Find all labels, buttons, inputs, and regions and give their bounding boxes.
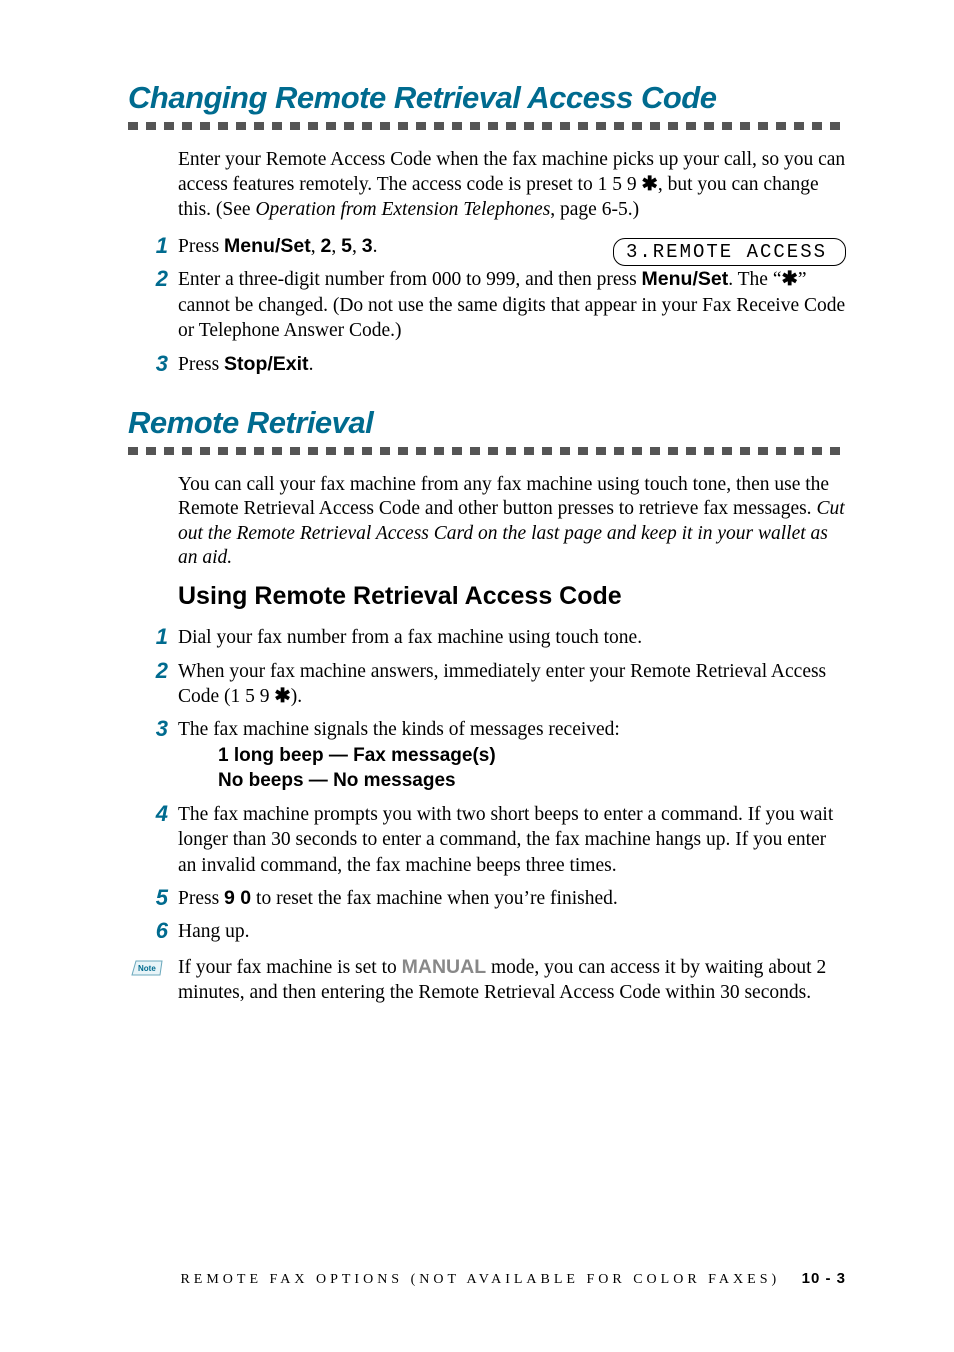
star-icon: ✱ [781,268,797,290]
step-number: 5 [138,884,168,913]
step-number: 4 [138,800,168,829]
section-heading-remote: Remote Retrieval [128,405,846,441]
star-icon: ✱ [274,685,290,707]
key-label: 2 [320,235,331,257]
step-3: 3 The fax machine signals the kinds of m… [178,717,846,794]
step-number: 1 [138,623,168,652]
step-6: 6 Hang up. [178,919,846,944]
text: When your fax machine answers, immediate… [178,661,826,682]
text: , [352,236,362,257]
star-icon: ✱ [641,173,657,195]
key-label: Menu/Set [642,268,729,290]
footer-text: REMOTE FAX OPTIONS (NOT AVAILABLE FOR CO… [180,1272,780,1287]
step-2: 2 Enter a three-digit number from 000 to… [178,267,846,343]
beep-signal-2: No beeps — No messages [218,768,846,794]
page-footer: REMOTE FAX OPTIONS (NOT AVAILABLE FOR CO… [180,1270,846,1288]
text: . [373,236,378,257]
text: Press [178,236,224,257]
key-label: 9 0 [224,887,251,909]
subsection-heading: Using Remote Retrieval Access Code [178,582,846,611]
note-icon: Note [130,957,164,979]
text: , page 6-5.) [550,199,639,220]
key-label: 3 [362,235,373,257]
key-label: Menu/Set [224,235,311,257]
text: , [331,236,341,257]
note-block: Note If your fax machine is set to MANUA… [178,955,846,1006]
text: You can call your fax machine from any f… [178,474,829,519]
intro-paragraph-2: You can call your fax machine from any f… [178,473,846,571]
page-number: 10 - 3 [802,1270,846,1287]
text: Press [178,888,224,909]
svg-text:Note: Note [138,964,156,973]
step-number: 6 [138,917,168,946]
key-label: 5 [341,235,352,257]
text: Code (1 5 9 [178,686,274,707]
section-heading-changing: Changing Remote Retrieval Access Code [128,80,846,116]
mode-label: MANUAL [402,956,486,978]
text: . The “ [728,269,781,290]
key-label: Stop/Exit [224,353,309,375]
step-number: 1 [138,232,168,261]
beep-signal-1: 1 long beep — Fax message(s) [218,743,846,769]
reference-italic: Operation from Extension Telephones [255,199,550,220]
heading-rule [128,122,846,130]
text: The fax machine prompts you with two sho… [178,804,833,876]
text: The fax machine signals the kinds of mes… [178,719,620,740]
text: to reset the fax machine when you’re fin… [251,888,618,909]
step-number: 3 [138,715,168,744]
text: . [309,354,314,375]
step-number: 2 [138,657,168,686]
text: If your fax machine is set to [178,957,402,978]
intro-paragraph-1: Enter your Remote Access Code when the f… [178,148,846,222]
step-number: 3 [138,350,168,379]
step-2: 2 When your fax machine answers, immedia… [178,659,846,710]
text: ). [291,686,302,707]
spacer [128,377,846,405]
step-4: 4 The fax machine prompts you with two s… [178,802,846,878]
text: Press [178,354,224,375]
step-number: 2 [138,265,168,294]
text: Enter a three-digit number from 000 to 9… [178,269,642,290]
step-5: 5 Press 9 0 to reset the fax machine whe… [178,886,846,911]
text: Dial your fax number from a fax machine … [178,627,642,648]
step-1: 1 Dial your fax number from a fax machin… [178,625,846,650]
heading-rule [128,447,846,455]
step-1: 1 Press Menu/Set, 2, 5, 3. [178,234,846,259]
text: Hang up. [178,921,250,942]
step-3: 3 Press Stop/Exit. [178,352,846,377]
